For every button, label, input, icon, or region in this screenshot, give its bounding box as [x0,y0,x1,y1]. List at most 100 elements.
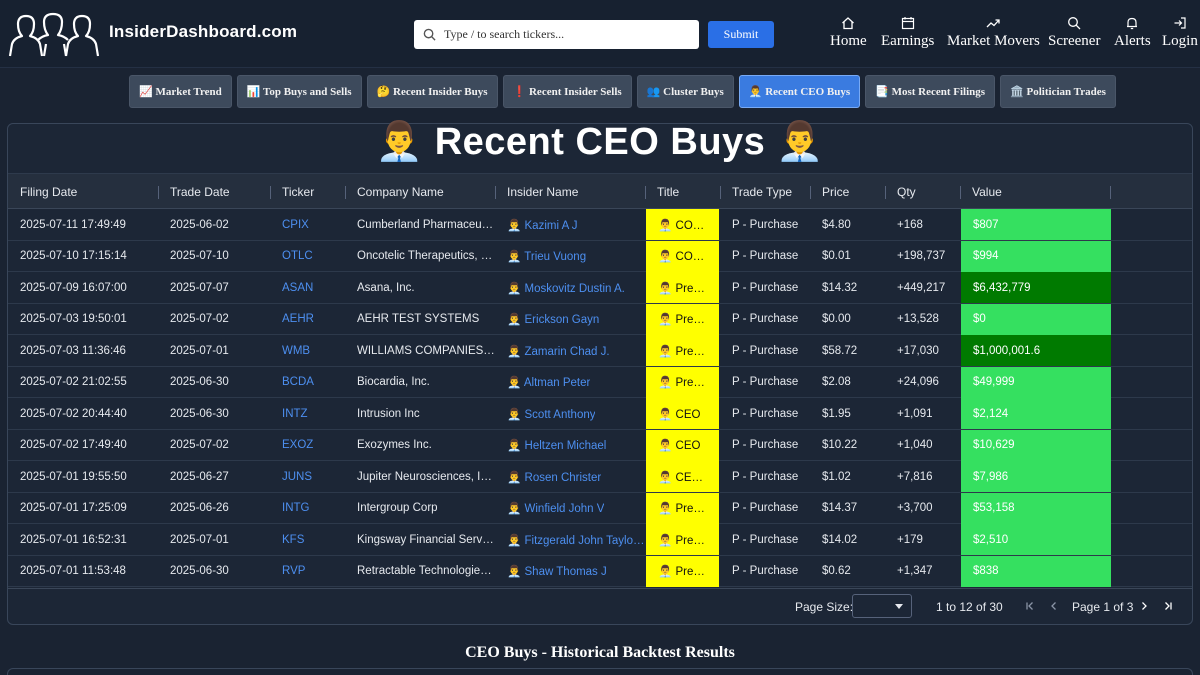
table-row[interactable]: 2025-07-10 17:15:14 2025-07-10 OTLC Oncotel… [8,240,1192,272]
column-header-ticker[interactable]: Ticker [270,174,345,210]
logo-text[interactable]: InsiderDashboard.com [109,22,297,42]
last-page-icon[interactable] [1160,597,1176,615]
cell-insider-name[interactable]: 👨‍💼 Fitzgerald John Taylo… [507,533,644,547]
column-header-company-name[interactable]: Company Name [345,174,495,210]
table-row[interactable]: 2025-07-03 11:36:46 2025-07-01 WMB WILLIAMS… [8,335,1192,367]
table-row[interactable]: 2025-07-02 20:44:40 2025-06-30 INTZ Intrusi… [8,398,1192,430]
cell-ticker[interactable]: INTZ [282,408,308,420]
tab-politician-trades[interactable]: 🏛️ Politician Trades [1000,75,1116,108]
table-cell: $14.37 [810,493,885,524]
table-row[interactable]: 2025-07-09 16:07:00 2025-07-07 ASAN Asana, … [8,272,1192,304]
table-cell: 👨‍💼 Fitzgerald John Taylo… [495,524,645,555]
cell-insider-name[interactable]: 👨‍💼 Erickson Gayn [507,312,599,326]
submit-button[interactable]: Submit [708,21,774,48]
cell-ticker[interactable]: BCDA [282,376,314,388]
tab-top-buys-sells[interactable]: 📊 Top Buys and Sells [236,75,362,108]
cell-ticker[interactable]: ASAN [282,282,313,294]
cell-title: 👨‍💼 Pre… [658,566,705,578]
cell-ticker[interactable]: WMB [282,345,310,357]
cell-ticker[interactable]: AEHR [282,313,314,325]
table-row[interactable]: 2025-07-03 19:50:01 2025-07-02 AEHR AEHR TE… [8,303,1192,335]
cell-ticker[interactable]: EXOZ [282,439,313,451]
cell-insider-name[interactable]: 👨‍💼 Moskovitz Dustin A. [507,281,625,295]
table-cell: RVP [270,556,345,587]
table-cell: P - Purchase [720,335,810,366]
table-row[interactable]: 2025-07-01 19:55:50 2025-06-27 JUNS Jupiter… [8,461,1192,493]
cell-insider-name[interactable]: 👨‍💼 Altman Peter [507,375,590,389]
next-page-icon[interactable] [1136,597,1152,615]
column-header-insider-name[interactable]: Insider Name [495,174,645,210]
cell-trade-type: P - Purchase [732,313,799,325]
column-header-trade-type[interactable]: Trade Type [720,174,810,210]
cell-trade-date: 2025-07-10 [170,250,229,262]
tab-market-trend[interactable]: 📈 Market Trend [129,75,232,108]
cell-ticker[interactable]: CPIX [282,219,309,231]
table-row[interactable]: 2025-07-01 17:25:09 2025-06-26 INTG Intergr… [8,492,1192,524]
cell-value: $807 [973,218,999,231]
previous-page-icon[interactable] [1046,597,1062,615]
cell-insider-name[interactable]: 👨‍💼 Scott Anthony [507,407,595,421]
cell-ticker[interactable]: INTG [282,502,309,514]
cell-insider-name[interactable]: 👨‍💼 Heltzen Michael [507,438,606,452]
nav-login[interactable]: Login [1162,16,1198,50]
cell-qty: +168 [897,218,923,231]
table-row[interactable]: 2025-07-11 17:49:49 2025-06-02 CPIX Cumberl… [8,209,1192,241]
table-row[interactable]: 2025-07-01 16:52:31 2025-07-01 KFS Kingsway… [8,524,1192,556]
nav-market-movers[interactable]: Market Movers [947,16,1040,50]
table-cell: 2025-07-01 16:52:31 [8,524,158,555]
tab-most-recent-filings[interactable]: 📑 Most Recent Filings [865,75,996,108]
tab-recent-insider-buys[interactable]: 🤔 Recent Insider Buys [366,75,498,108]
table-cell: $2,124 [961,398,1111,429]
page-size-select[interactable] [852,594,912,618]
column-header-trade-date[interactable]: Trade Date [158,174,270,210]
nav-screener[interactable]: Screener [1048,16,1100,50]
cell-ticker[interactable]: JUNS [282,471,312,483]
cell-insider-name[interactable]: 👨‍💼 Kazimi A J [507,218,578,232]
login-icon [1174,17,1186,29]
table-row[interactable]: 2025-07-02 17:49:40 2025-07-02 EXOZ Exozyme… [8,429,1192,461]
tab-recent-ceo-buys[interactable]: 👨‍💼 Recent CEO Buys [738,75,861,108]
cell-company-name: Jupiter Neurosciences, I… [357,470,492,483]
tab-recent-insider-sells[interactable]: ❗ Recent Insider Sells [502,75,632,108]
table-cell: $0 [961,303,1111,335]
search-icon [414,28,444,41]
table-row[interactable]: 2025-07-02 21:02:55 2025-06-30 BCDA Biocard… [8,366,1192,398]
table-cell: 2025-07-07 [158,272,270,303]
column-header-price[interactable]: Price [810,174,885,210]
table-cell: 2025-07-11 17:49:49 [8,209,158,240]
table-cell: 👨‍💼 Winfield John V [495,493,645,524]
ticker-search-box[interactable] [414,20,699,49]
ticker-search-input[interactable] [444,27,684,42]
table-cell: 👨‍💼 Altman Peter [495,367,645,398]
table-cell: OTLC [270,241,345,272]
column-resize-handle[interactable] [1110,186,1111,199]
column-header-filing-date[interactable]: Filing Date [8,174,158,210]
nav-earnings[interactable]: Earnings [881,16,934,50]
table-cell: AEHR TEST SYSTEMS [345,304,495,335]
cell-qty: +7,816 [897,470,933,483]
cell-ticker[interactable]: RVP [282,565,305,577]
table-row[interactable]: 2025-07-01 11:53:48 2025-06-30 RVP Retracta… [8,555,1192,587]
table-cell: $994 [961,240,1111,272]
cell-insider-name[interactable]: 👨‍💼 Zamarin Chad J. [507,344,610,358]
column-header-qty[interactable]: Qty [885,174,960,210]
logo[interactable] [8,10,100,58]
cell-insider-name[interactable]: 👨‍💼 Winfield John V [507,501,604,515]
cell-filing-date: 2025-07-01 17:25:09 [20,502,127,514]
cell-value: $838 [973,565,999,577]
nav-alerts[interactable]: Alerts [1114,16,1151,50]
table-cell: Oncotelic Therapeutics, … [345,241,495,272]
column-header-value[interactable]: Value [960,174,1110,210]
first-page-icon[interactable] [1022,597,1038,615]
nav-home[interactable]: Home [830,16,867,50]
tab-cluster-buys[interactable]: 👥 Cluster Buys [636,75,734,108]
cell-company-name: WILLIAMS COMPANIES… [357,344,495,357]
cell-insider-name[interactable]: 👨‍💼 Shaw Thomas J [507,564,607,578]
cell-insider-name[interactable]: 👨‍💼 Trieu Vuong [507,249,586,263]
nav-screener-label: Screener [1048,33,1101,49]
cell-insider-name[interactable]: 👨‍💼 Rosen Christer [507,470,601,484]
cell-ticker[interactable]: OTLC [282,250,313,262]
cell-ticker[interactable]: KFS [282,534,304,546]
table-cell: P - Purchase [720,241,810,272]
column-header-title[interactable]: Title [645,174,720,210]
